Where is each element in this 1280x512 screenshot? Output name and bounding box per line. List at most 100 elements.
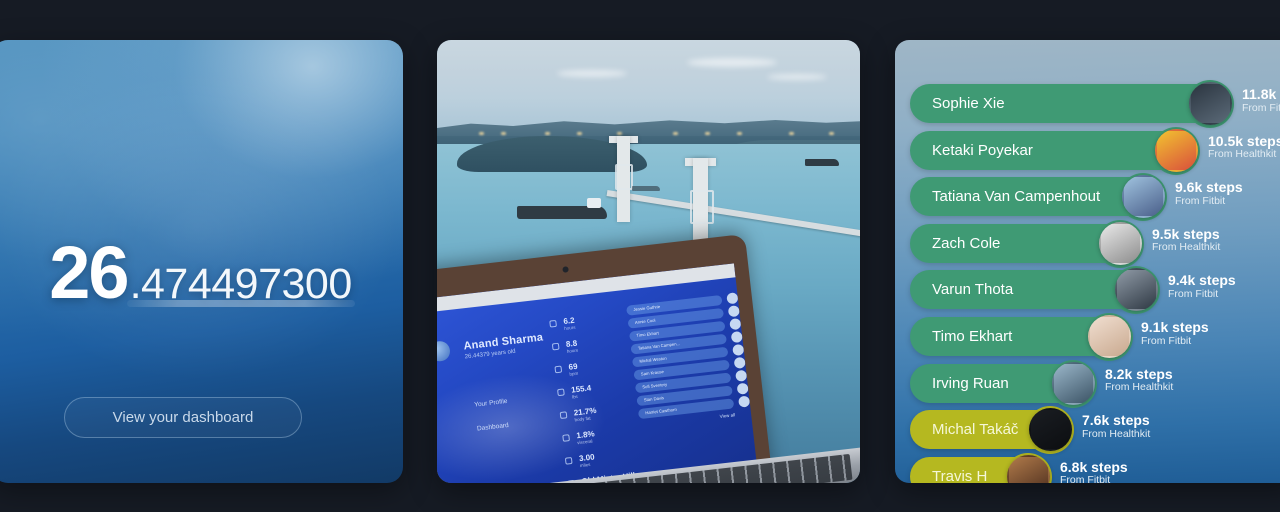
distant-ship: [632, 186, 660, 191]
leaderboard-row-name: Travis H: [932, 467, 988, 483]
screen-list-item-avatar: [732, 343, 745, 357]
leaderboard-row-name: Sophie Xie: [932, 95, 1005, 112]
leaderboard-row[interactable]: Varun Thota 9.4k steps From Fitbit: [910, 266, 1236, 315]
screen-metric: 155.4 lbs: [557, 383, 592, 400]
screen-list-item-name: Annie Cool: [634, 317, 656, 325]
leaderboard-row-stats: 10.5k steps From Healthkit: [1208, 132, 1280, 162]
leaderboard-row-name: Varun Thota: [932, 281, 1014, 299]
leaderboard-row[interactable]: Travis H 6.8k steps From Fitbit: [910, 452, 1128, 483]
laptop-screen: Anand Sharma 26.44379 years old Your Pro…: [437, 263, 759, 483]
screen-list-item-steps: 11.8k steps: [743, 304, 759, 312]
metric-label: bpm: [569, 370, 579, 377]
metric-icon: [557, 388, 565, 397]
leaderboard-row[interactable]: Timo Ekhart 9.1k steps From Fitbit: [910, 313, 1209, 361]
screen-nav-profile[interactable]: Your Profile: [474, 398, 508, 409]
screen-list-item-steps: 9.4k steps: [754, 382, 759, 389]
leaderboard-row-stats: 8.2k steps From Healthkit: [1105, 366, 1174, 395]
metric-value: 69: [568, 361, 578, 372]
step-source: From Healthkit: [1105, 381, 1174, 394]
screen-list-item-name: Sofi Sventery: [642, 381, 668, 390]
leaderboard-row-stats: 7.6k steps From Healthkit: [1082, 413, 1150, 441]
leaderboard-row-stats: 9.4k steps From Fitbit: [1168, 273, 1236, 301]
screen-list-item-name: Sam Krause: [640, 369, 665, 377]
avatar[interactable]: [1114, 268, 1158, 312]
step-count: 9.6k steps: [1175, 179, 1243, 196]
step-count: 9.1k steps: [1141, 319, 1209, 335]
step-count: 9.4k steps: [1168, 272, 1236, 289]
leaderboard-row[interactable]: Irving Ruan 8.2k steps From Healthkit: [910, 359, 1173, 408]
leaderboard-row[interactable]: Tatiana Van Campenhout 9.6k steps From Fit…: [910, 173, 1243, 222]
screen-metric: 21.7% body fat: [559, 405, 597, 423]
leaderboard-row-pill[interactable]: Sophie Xie: [910, 84, 1232, 123]
leaderboard-row-name: Irving Ruan: [932, 374, 1009, 392]
avatar[interactable]: [1121, 175, 1165, 219]
step-source: From Healthkit: [1208, 148, 1277, 161]
step-source: From Fitbit: [1060, 474, 1111, 483]
screen-list-item-avatar: [735, 369, 748, 382]
screen-list-item-steps: 10.9k steps: [746, 330, 758, 338]
metric-value: 3.00: [578, 452, 596, 464]
leaderboard-row-stats: 9.5k steps From Healthkit: [1152, 227, 1220, 255]
step-count: 6.8k steps: [1060, 458, 1128, 475]
step-source: From Fitbit: [1175, 194, 1226, 207]
metric-label: miles: [579, 461, 591, 469]
bridge-truss: [615, 164, 633, 190]
leaderboard-row-stats: 11.8k stepsFrom Fitbit: [1242, 87, 1280, 115]
laptop-lid: Anand Sharma 26.44379 years old Your Pro…: [437, 233, 773, 483]
screen-list-item-avatar: [738, 395, 751, 408]
leaderboard-row-name: Timo Ekhart: [932, 328, 1013, 345]
metric-icon: [564, 456, 573, 465]
step-source: From Fitbit: [1168, 288, 1219, 301]
city-lights: [437, 132, 860, 140]
metric-label: lbs: [571, 393, 579, 400]
cloud-shape: [687, 58, 777, 67]
age-readout: 26 .474497300: [0, 236, 403, 310]
leaderboard-row[interactable]: Michal Takáč 7.6k steps From Healthkit: [910, 406, 1150, 455]
screenshot-stage: 26 .474497300 View your dashboard Anand …: [0, 0, 1280, 512]
avatar[interactable]: [1028, 408, 1072, 452]
metric-icon: [551, 342, 560, 351]
metric-icon: [549, 319, 557, 328]
step-count: 10.5k steps: [1208, 132, 1280, 149]
leaderboard-row[interactable]: Ketaki Poyekar 10.5k steps From Healthkit: [910, 126, 1280, 175]
avatar[interactable]: [1087, 315, 1131, 358]
avatar[interactable]: [1188, 82, 1232, 125]
age-integer-part: 26: [49, 231, 129, 314]
leaderboard-row-stats: 9.1k steps From Fitbit: [1141, 320, 1209, 348]
screen-list-item-name: Timo Ekhart: [636, 330, 660, 338]
webcam-icon: [562, 266, 569, 273]
leaderboard-row-stats: 6.8k steps From Fitbit: [1060, 460, 1128, 483]
screen-list-item-steps: 10.6k steps: [747, 343, 759, 351]
metric-icon: [559, 411, 568, 420]
leaderboard-row[interactable]: Zach Cole 9.5k steps From Healthkit: [910, 219, 1220, 268]
leaderboard-row-name: Tatiana Van Campenhout: [932, 188, 1101, 206]
avatar[interactable]: [1154, 128, 1198, 172]
screen-metric: 69 bpm: [554, 361, 579, 377]
metric-value: 1.8%: [575, 429, 596, 441]
avatar[interactable]: [1098, 221, 1142, 265]
metric-value: 21.7%: [573, 405, 597, 418]
avatar[interactable]: [1051, 361, 1095, 405]
distant-ship: [805, 159, 839, 166]
screen-list-item-name: Jessie Guthrie: [633, 304, 661, 313]
leaderboard-row-name: Michal Takáč: [932, 421, 1019, 439]
step-count: 9.5k steps: [1152, 225, 1220, 242]
leaderboard-row[interactable]: Sophie Xie 11.8k stepsFrom Fitbit: [910, 80, 1280, 128]
age-underline-bar: [127, 300, 355, 307]
ship-superstructure: [587, 198, 601, 208]
screen-list-item-steps: 12.1k steps: [741, 291, 759, 299]
screen-list-item-avatar: [727, 305, 740, 318]
macbook-photo: Anand Sharma 26.44379 years old Your Pro…: [437, 233, 860, 483]
step-count: 11.8k steps: [1242, 86, 1280, 102]
leaderboard-row-stats: 9.6k steps From Fitbit: [1175, 180, 1243, 208]
screen-nav-dashboard[interactable]: Dashboard: [477, 422, 509, 433]
leaderboard-row-name: Zach Cole: [932, 234, 1001, 252]
metric-label: body fat: [574, 415, 591, 423]
screen-list-item-name: Harriet Cawthorn: [645, 406, 678, 416]
view-dashboard-button[interactable]: View your dashboard: [64, 397, 302, 438]
leaderboard-row-name: Ketaki Poyekar: [932, 141, 1033, 159]
bridge-truss: [690, 190, 714, 224]
screen-metric: 1.8% visceral: [562, 429, 596, 445]
metric-icon: [554, 365, 563, 374]
screen-list-item-name: Michal Weston: [639, 355, 667, 364]
